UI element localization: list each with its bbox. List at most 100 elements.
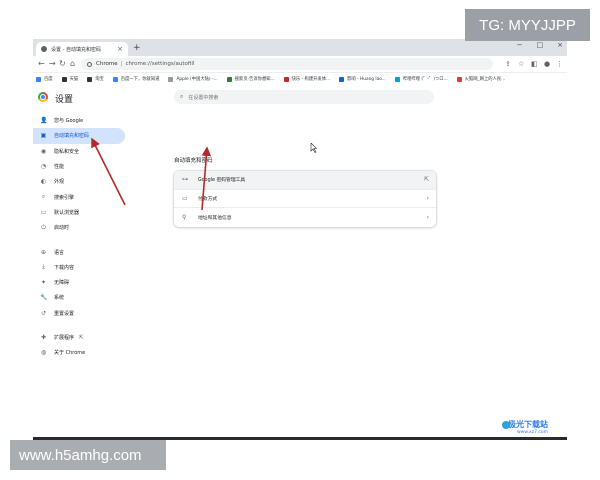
sidebar-item-globe[interactable]: ⊕ 语言 <box>33 244 128 259</box>
sidebar-item-label: 启动时 <box>54 225 70 232</box>
profile-icon[interactable]: ● <box>544 60 550 68</box>
autofill-row-key[interactable]: ⊶ Google 密码管理工具 ⇱ <box>174 171 436 190</box>
back-arrow-icon[interactable]: ← <box>38 59 45 68</box>
side-panel-icon[interactable]: ◧ <box>531 60 538 68</box>
sidebar-item-wrench[interactable]: 🔧 系统 <box>33 290 128 305</box>
sidebar-item-chrome[interactable]: ◍ 关于 Chrome <box>33 345 128 360</box>
autofill-row-card[interactable]: ▭ 付款方式 › <box>174 190 436 209</box>
sidebar-item-download[interactable]: ⤓ 下载内容 <box>33 260 128 275</box>
sidebar-item-shield[interactable]: ◉ 隐私和安全 <box>33 144 128 159</box>
download-icon: ⤓ <box>42 263 45 271</box>
bookmark-item[interactable]: 火狐网_网上的人民... <box>456 76 505 82</box>
card-icon: ▭ <box>182 194 188 202</box>
close-window-button[interactable]: × <box>557 41 563 49</box>
bookmark-label: 百度 <box>44 77 53 82</box>
bookmark-label: 淘宝 <box>95 77 104 82</box>
person-icon: 👤 <box>40 117 48 125</box>
browser-toolbar: ← → ↻ ⌂ Chrome | chrome://settings/autof… <box>33 56 567 73</box>
tab-settings-autofill[interactable]: 设置 - 自动填充和密码 × <box>36 42 128 56</box>
bookmark-favicon-icon <box>456 76 462 82</box>
autofill-row-label: 付款方式 <box>198 196 218 202</box>
palette-icon: ◐ <box>40 178 47 186</box>
tab-bar: 设置 - 自动填充和密码 × + − □ × <box>33 39 567 56</box>
bookmark-star-icon[interactable]: ☆ <box>518 60 524 68</box>
bookmark-item[interactable]: 天猫 <box>61 76 79 82</box>
share-icon[interactable]: ⇪ <box>505 60 511 68</box>
sidebar-divider <box>33 321 128 330</box>
autofill-card: ⊶ Google 密码管理工具 ⇱ ▭ 付款方式 › ⚲ 地址和其他信息 › <box>174 171 436 227</box>
bookmark-item[interactable]: 哔哩哔哩 (゜-゜)つロ... <box>394 76 448 82</box>
sidebar-item-power[interactable]: ⏻ 启动时 <box>33 220 128 235</box>
autofill-row-label: Google 密码管理工具 <box>198 178 246 184</box>
url-text: chrome://settings/autofill <box>125 61 195 67</box>
section-title: 自动填充和密码 <box>174 158 213 164</box>
sidebar-item-browser[interactable]: ▭ 默认浏览器 <box>33 205 128 220</box>
url-separator: | <box>120 61 123 67</box>
site-name: Chrome <box>96 61 118 67</box>
bookmark-item[interactable]: 百度一下，你就知道 <box>112 76 160 82</box>
bookmark-favicon-icon <box>283 76 289 82</box>
location-icon: ⚲ <box>182 213 187 221</box>
new-tab-button[interactable]: + <box>133 43 141 53</box>
settings-sidebar: 👤 您与 Google ▣ 自动填充和密码 ◉ 隐私和安全 ◔ 性能 ◐ 外观 ⌕ 搜索引擎 ▭ 默认浏览… <box>33 113 128 360</box>
puzzle-icon: ✚ <box>40 334 47 341</box>
sidebar-item-reset[interactable]: ↺ 重置设置 <box>33 306 128 321</box>
sidebar-item-puzzle[interactable]: ✚ 扩展程序 ⇱ <box>33 330 128 345</box>
home-icon[interactable]: ⌂ <box>70 59 75 68</box>
sidebar-item-label: 隐私和安全 <box>54 148 80 155</box>
browser-window: 设置 - 自动填充和密码 × + − □ × ← → ↻ ⌂ Chrome | … <box>33 39 567 440</box>
chevron-right-icon: › <box>426 194 429 202</box>
bookmark-item[interactable]: 搜索页-告诉你想知... <box>226 76 275 82</box>
sidebar-item-search[interactable]: ⌕ 搜索引擎 <box>33 189 128 204</box>
sidebar-item-label: 外观 <box>54 179 65 186</box>
bookmark-item[interactable]: 淘宝 <box>87 76 104 82</box>
autofill-row-label: 地址和其他信息 <box>198 215 232 221</box>
power-icon: ⏻ <box>41 223 46 231</box>
bookmark-label: 天猫 <box>69 77 79 82</box>
minimize-button[interactable]: − <box>517 41 523 49</box>
bookmark-label: Apple (中国大陆) -... <box>176 77 218 82</box>
bookmark-favicon-icon <box>61 76 67 82</box>
watermark-logo-title: 极光下载站 <box>508 420 548 429</box>
site-logo-icon <box>502 421 510 429</box>
key-icon: ⊶ <box>182 176 188 184</box>
bookmark-item[interactable]: 影响 - Huang lao... <box>339 76 386 82</box>
sidebar-item-accessibility[interactable]: ✦ 无障碍 <box>33 275 128 290</box>
sidebar-item-performance[interactable]: ◔ 性能 <box>33 159 128 174</box>
bookmark-favicon-icon <box>168 76 174 82</box>
bookmark-favicon-icon <box>36 76 41 82</box>
bookmark-favicon-icon <box>87 76 93 82</box>
settings-gear-icon <box>41 46 47 52</box>
sidebar-item-label: 默认浏览器 <box>54 209 80 216</box>
wrench-icon: 🔧 <box>40 294 48 302</box>
mouse-cursor-icon <box>310 143 317 153</box>
bookmark-item[interactable]: 快乐 - 构建开发体... <box>283 76 331 82</box>
sidebar-item-person[interactable]: 👤 您与 Google <box>33 113 128 128</box>
sidebar-item-label: 语言 <box>54 249 65 256</box>
address-bar[interactable]: Chrome | chrome://settings/autofill <box>81 58 493 70</box>
close-tab-icon[interactable]: × <box>117 45 123 53</box>
bookmark-item[interactable]: Apple (中国大陆) -... <box>168 76 218 82</box>
forward-arrow-icon[interactable]: → <box>49 59 56 68</box>
page-title: 设置 <box>55 95 74 105</box>
window-controls: − □ × <box>517 41 563 49</box>
watermark-logo: 极光下载站 www.xz7.com <box>502 419 548 435</box>
watermark-logo-url: www.xz7.com <box>517 430 548 435</box>
external-link-icon: ⇱ <box>79 334 84 341</box>
bookmark-label: 搜索页-告诉你想知... <box>234 77 275 82</box>
sidebar-item-palette[interactable]: ◐ 外观 <box>33 174 128 189</box>
bookmark-label: 快乐 - 构建开发体... <box>291 77 331 82</box>
browser-icon: ▭ <box>40 208 47 216</box>
bookmark-item[interactable]: 百度 <box>36 76 53 82</box>
external-link-icon: ⇱ <box>423 176 429 184</box>
maximize-button[interactable]: □ <box>537 41 544 49</box>
reload-icon[interactable]: ↻ <box>59 59 66 68</box>
more-menu-icon[interactable]: ⋮ <box>556 60 563 68</box>
bookmark-label: 百度一下，你就知道 <box>120 77 160 82</box>
sidebar-item-label: 您与 Google <box>54 118 84 125</box>
sidebar-item-autofill[interactable]: ▣ 自动填充和密码 <box>33 128 125 144</box>
bookmark-favicon-icon <box>339 76 345 82</box>
settings-search-input[interactable]: ⌕ 在设置中搜索 <box>174 90 434 104</box>
screenshot-stage: { "tab": { "title": "设置 - 自动填充和密码", "clo… <box>0 0 600 480</box>
autofill-row-location[interactable]: ⚲ 地址和其他信息 › <box>174 208 436 227</box>
